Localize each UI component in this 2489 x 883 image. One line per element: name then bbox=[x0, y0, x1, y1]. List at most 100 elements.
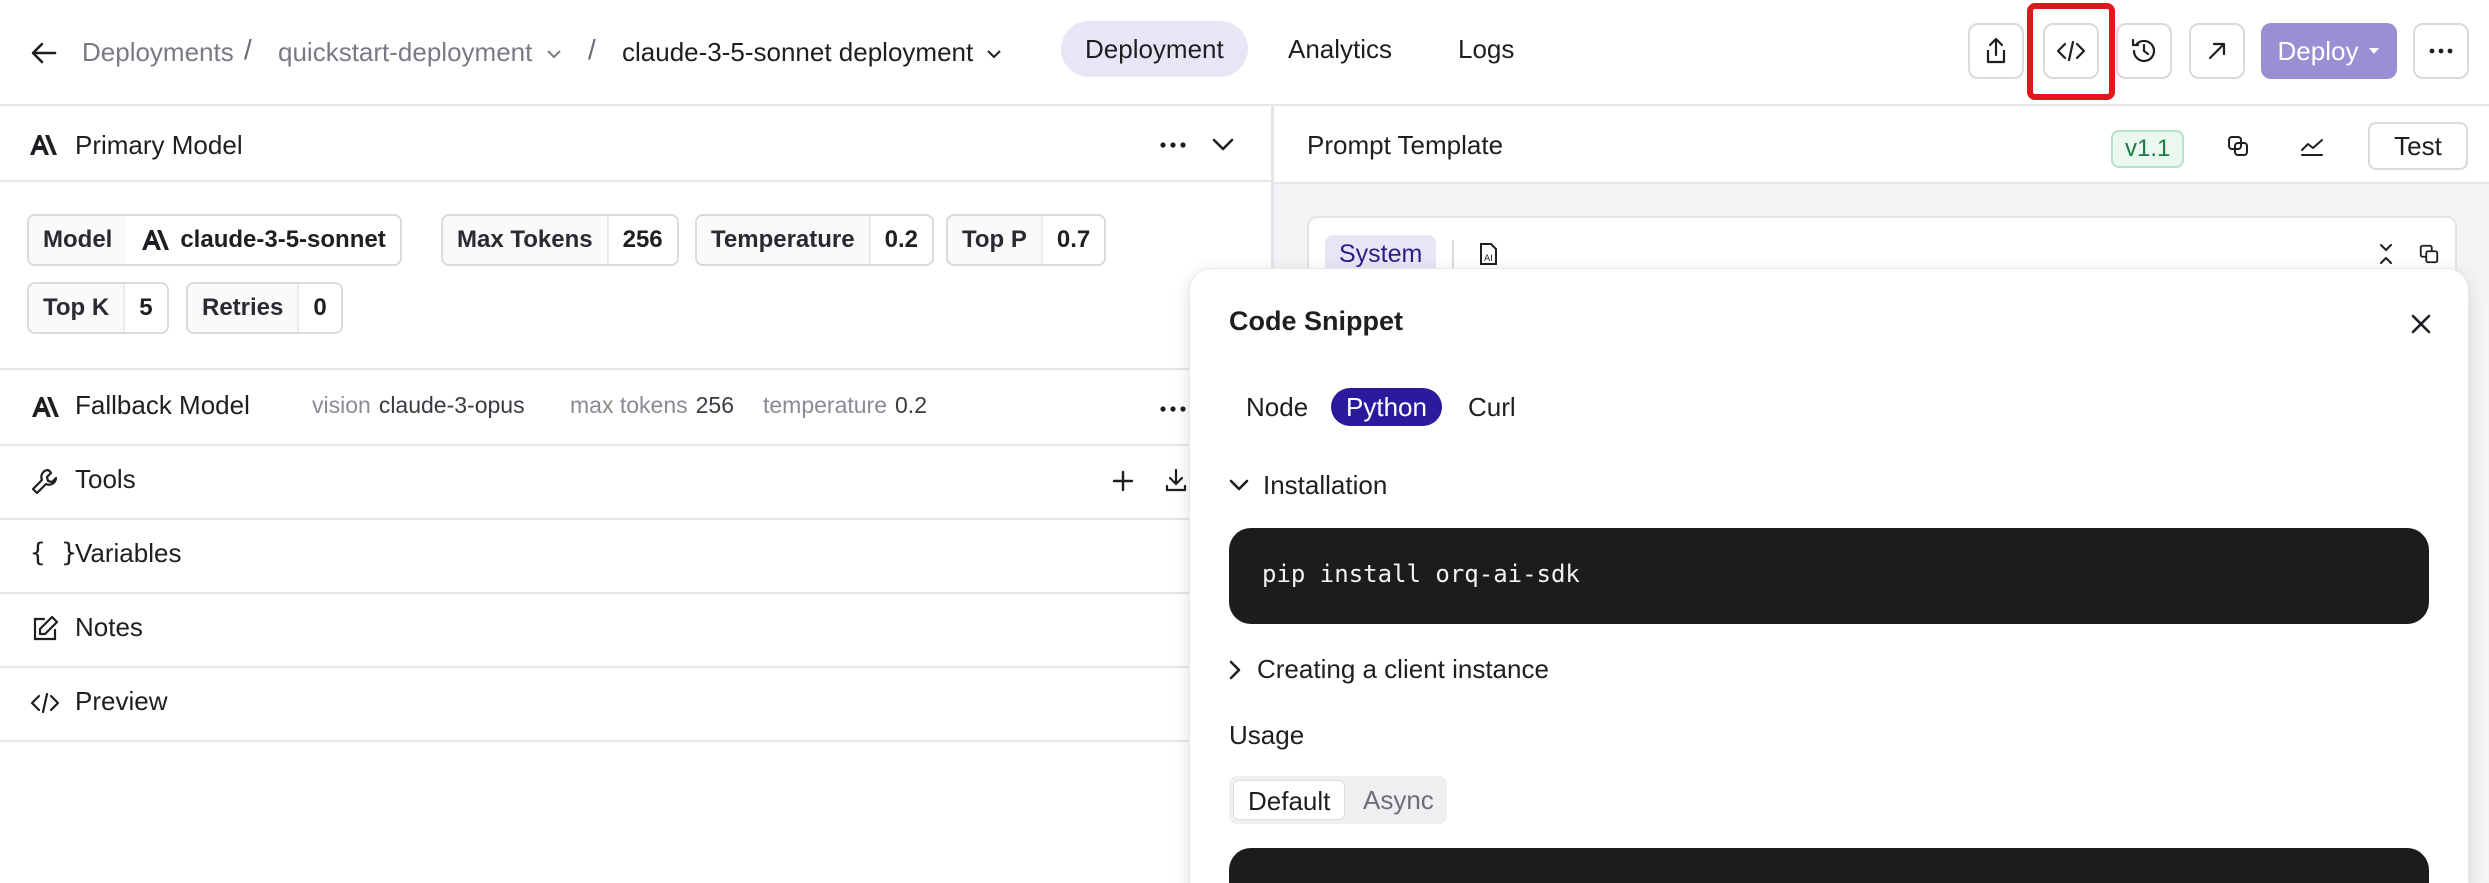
client-instance-toggle[interactable]: Creating a client instance bbox=[1229, 654, 1549, 685]
plus-icon[interactable] bbox=[1112, 470, 1134, 492]
download-icon[interactable] bbox=[1164, 468, 1188, 492]
section-label: Preview bbox=[75, 686, 168, 716]
modal-title: Code Snippet bbox=[1229, 306, 1403, 336]
trend-line-icon[interactable] bbox=[2300, 134, 2324, 158]
breadcrumb-project[interactable]: quickstart-deployment bbox=[278, 34, 562, 70]
param-key: Retries bbox=[202, 294, 284, 321]
param-value: 0.2 bbox=[868, 216, 932, 264]
chevron-right-icon bbox=[1229, 660, 1241, 679]
param-key: Temperature bbox=[711, 226, 855, 253]
client-instance-label: Creating a client instance bbox=[1257, 654, 1549, 684]
param-value: 5 bbox=[123, 284, 167, 332]
external-link-icon bbox=[2208, 42, 2226, 60]
param-key: Model bbox=[43, 226, 113, 253]
install-code-block[interactable]: pip install orq-ai-sdk bbox=[1229, 528, 2429, 624]
more-options-button[interactable] bbox=[2413, 23, 2469, 79]
test-button[interactable]: Test bbox=[2368, 122, 2468, 170]
more-icon[interactable] bbox=[1160, 406, 1186, 412]
close-button[interactable] bbox=[2401, 304, 2441, 344]
section-label: Variables bbox=[75, 538, 182, 568]
breadcrumb-current-label: claude-3-5-sonnet deployment bbox=[622, 37, 974, 67]
copy-icon[interactable] bbox=[2226, 134, 2250, 158]
fallback-model-title: Fallback Model bbox=[75, 390, 250, 420]
history-icon bbox=[2131, 38, 2156, 63]
version-badge[interactable]: v1.1 bbox=[2111, 130, 2185, 168]
section-variables[interactable]: { } Variables bbox=[0, 520, 1200, 594]
meta-label: temperature bbox=[763, 392, 888, 418]
wrench-icon bbox=[31, 468, 58, 495]
breadcrumb-current[interactable]: claude-3-5-sonnet deployment bbox=[622, 34, 1002, 70]
tab-logs[interactable]: Logs bbox=[1434, 21, 1538, 77]
breadcrumb-separator: / bbox=[244, 34, 252, 65]
fallback-meta-temperature: temperature 0.2 bbox=[763, 392, 927, 419]
more-icon[interactable] bbox=[1160, 142, 1186, 148]
collapse-icon[interactable] bbox=[2376, 243, 2396, 265]
param-chip-temperature[interactable]: Temperature 0.2 bbox=[695, 214, 934, 266]
usage-option-async[interactable]: Async bbox=[1349, 780, 1448, 820]
meta-value: claude-3-opus bbox=[378, 392, 525, 418]
param-value: claude-3-5-sonnet bbox=[126, 216, 400, 264]
param-value: 256 bbox=[606, 216, 677, 264]
section-preview[interactable]: Preview bbox=[0, 668, 1200, 742]
chevron-down-icon[interactable] bbox=[1212, 138, 1234, 152]
meta-label: vision bbox=[312, 392, 371, 418]
highlight-box bbox=[2027, 3, 2115, 100]
param-value: 0 bbox=[297, 284, 341, 332]
usage-toggle: Default Async bbox=[1229, 776, 1447, 824]
param-chip-model[interactable]: Model claude-3-5-sonnet bbox=[27, 214, 402, 266]
breadcrumb-project-label: quickstart-deployment bbox=[278, 37, 533, 67]
breadcrumb-deployments[interactable]: Deployments bbox=[82, 34, 234, 70]
usage-label: Usage bbox=[1229, 720, 1305, 750]
param-value: 0.7 bbox=[1040, 216, 1105, 264]
param-chip-top-p[interactable]: Top P 0.7 bbox=[946, 214, 1107, 266]
lang-tab-node[interactable]: Node bbox=[1231, 388, 1323, 426]
meta-label: max tokens bbox=[570, 392, 688, 418]
param-key: Max Tokens bbox=[457, 226, 593, 253]
section-notes[interactable]: Notes bbox=[0, 594, 1200, 668]
deploy-button[interactable]: Deploy bbox=[2261, 23, 2397, 79]
deploy-label: Deploy bbox=[2277, 35, 2359, 66]
installation-toggle[interactable]: Installation bbox=[1229, 470, 1387, 501]
back-arrow-icon[interactable] bbox=[24, 33, 64, 73]
usage-code-block[interactable] bbox=[1229, 848, 2429, 883]
primary-model-header[interactable]: Primary Model bbox=[0, 108, 1272, 182]
anthropic-logo-icon bbox=[30, 135, 57, 155]
share-icon bbox=[1986, 37, 2006, 64]
param-value-text: claude-3-5-sonnet bbox=[180, 226, 386, 253]
anthropic-logo-icon bbox=[142, 230, 170, 250]
top-bar: Deployments / quickstart-deployment / cl… bbox=[0, 0, 2489, 106]
lang-tab-curl[interactable]: Curl bbox=[1453, 388, 1531, 426]
anthropic-logo-icon bbox=[32, 397, 59, 417]
divider bbox=[1452, 240, 1454, 268]
tab-deployment[interactable]: Deployment bbox=[1061, 21, 1248, 77]
braces-icon: { } bbox=[30, 538, 77, 568]
fallback-meta-vision: vision claude-3-opus bbox=[312, 392, 525, 419]
copy-icon[interactable] bbox=[2418, 243, 2440, 265]
tab-analytics[interactable]: Analytics bbox=[1264, 21, 1416, 77]
usage-option-default[interactable]: Default bbox=[1233, 780, 1346, 820]
fallback-meta-max-tokens: max tokens 256 bbox=[570, 392, 734, 419]
param-key: Top P bbox=[962, 226, 1027, 253]
prompt-template-title: Prompt Template bbox=[1307, 130, 1504, 160]
caret-down-icon bbox=[2369, 48, 2380, 54]
open-external-button[interactable] bbox=[2189, 23, 2245, 79]
close-icon bbox=[2411, 314, 2431, 334]
section-tools[interactable]: Tools bbox=[0, 446, 1200, 520]
section-label: Notes bbox=[75, 612, 143, 642]
breadcrumb-separator: / bbox=[588, 34, 596, 65]
meta-value: 0.2 bbox=[895, 392, 927, 418]
install-command: pip install orq-ai-sdk bbox=[1262, 560, 1580, 588]
ai-generate-icon[interactable]: AI bbox=[1478, 242, 1500, 266]
param-chip-top-k[interactable]: Top K 5 bbox=[27, 282, 169, 334]
param-chip-max-tokens[interactable]: Max Tokens 256 bbox=[441, 214, 679, 266]
chevron-down-icon bbox=[987, 50, 1002, 59]
history-button[interactable] bbox=[2116, 23, 2172, 79]
installation-label: Installation bbox=[1263, 470, 1388, 500]
primary-model-title: Primary Model bbox=[75, 130, 243, 160]
param-chip-retries[interactable]: Retries 0 bbox=[186, 282, 343, 334]
section-label: Tools bbox=[75, 464, 136, 494]
svg-text:AI: AI bbox=[1484, 254, 1493, 264]
param-key: Top K bbox=[43, 294, 110, 321]
share-button[interactable] bbox=[1968, 23, 2024, 79]
lang-tab-python[interactable]: Python bbox=[1331, 388, 1442, 426]
